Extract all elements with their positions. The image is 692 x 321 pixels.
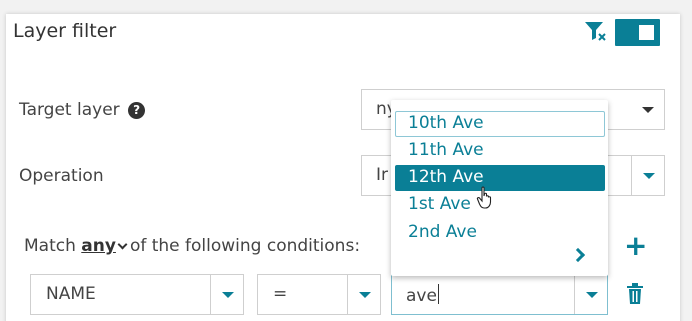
condition-value-dropdown-button[interactable] xyxy=(574,275,607,314)
suggestion-option[interactable]: 2nd Ave xyxy=(395,220,605,246)
text-cursor xyxy=(437,284,439,304)
hand-pointer-icon xyxy=(476,186,492,209)
chevron-down-icon xyxy=(222,292,234,298)
condition-operator-dropdown-button[interactable] xyxy=(347,275,380,314)
suggestion-option-selected[interactable]: 12th Ave xyxy=(395,165,605,191)
condition-operator-select[interactable]: = xyxy=(257,274,381,315)
chevron-down-icon xyxy=(359,292,371,298)
chevron-down-icon xyxy=(642,107,654,113)
condition-value-input[interactable]: ave xyxy=(406,284,439,306)
operation-dropdown-button[interactable] xyxy=(631,156,664,195)
operation-label: Operation xyxy=(19,166,104,186)
toggle-knob xyxy=(639,25,654,40)
layer-filter-toggle[interactable] xyxy=(615,19,660,46)
chevron-right-icon[interactable] xyxy=(570,247,586,263)
target-layer-label-text: Target layer xyxy=(19,100,120,120)
match-suffix: of the following conditions: xyxy=(129,236,361,256)
target-layer-dropdown-button[interactable] xyxy=(631,90,664,129)
trash-icon[interactable] xyxy=(626,283,644,305)
suggestion-option[interactable]: 1st Ave xyxy=(395,192,605,218)
chevron-down-icon xyxy=(586,292,598,298)
suggestion-option[interactable]: 11th Ave xyxy=(395,138,605,164)
match-conditions-text: Match any of the following conditions: xyxy=(24,236,360,256)
match-prefix: Match xyxy=(24,236,76,256)
match-mode-dropdown[interactable]: any xyxy=(81,236,116,256)
filter-clear-icon[interactable] xyxy=(583,19,607,43)
value-suggestions-dropdown: 10th Ave 11th Ave 12th Ave 1st Ave 2nd A… xyxy=(391,100,608,276)
condition-field-dropdown-button[interactable] xyxy=(210,275,243,314)
target-layer-label: Target layer ? xyxy=(19,100,146,120)
chevron-down-icon[interactable] xyxy=(117,239,128,250)
panel-title: Layer filter xyxy=(13,20,117,42)
condition-value-text: ave xyxy=(406,286,437,306)
condition-field-value: NAME xyxy=(46,284,96,304)
add-condition-button[interactable]: + xyxy=(624,232,647,260)
operation-value: Ir xyxy=(376,165,389,185)
suggestion-option[interactable]: 10th Ave xyxy=(395,111,605,137)
condition-operator-value: = xyxy=(273,284,288,304)
condition-field-select[interactable]: NAME xyxy=(30,274,244,315)
chevron-down-icon xyxy=(643,173,655,179)
condition-value-combobox[interactable]: ave xyxy=(391,274,608,315)
help-icon[interactable]: ? xyxy=(128,102,146,119)
